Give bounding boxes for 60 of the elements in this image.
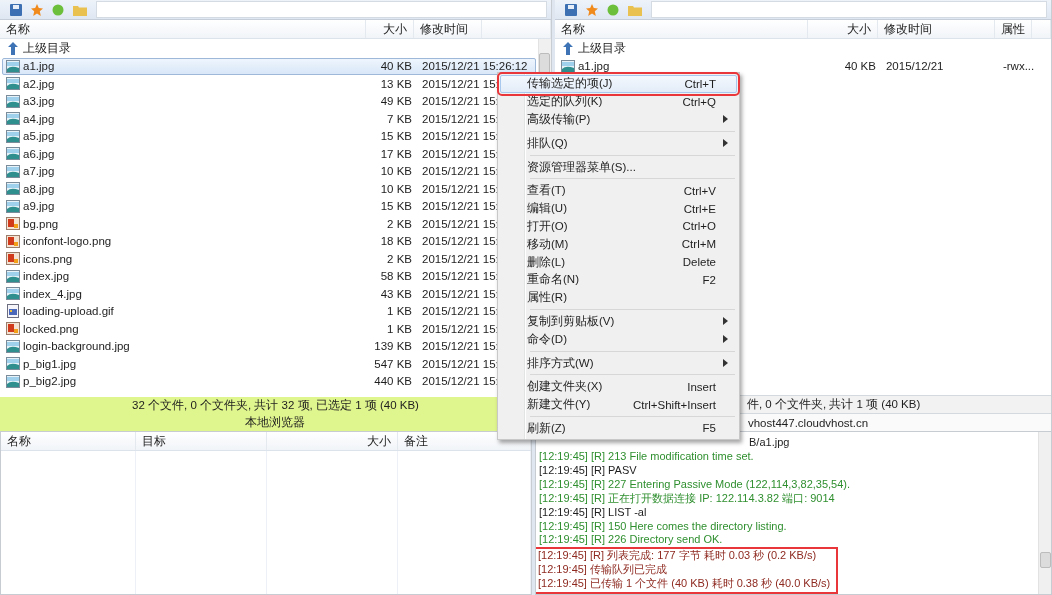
- file-name: a3.jpg: [23, 95, 55, 108]
- file-name: a9.jpg: [23, 200, 55, 213]
- log-line: [12:19:45] [R] LIST -al: [539, 505, 647, 520]
- table-cell-text: 13 KB: [379, 77, 413, 90]
- log-line: [12:19:45] [R] 150 Here comes the directory listing.: [539, 519, 787, 534]
- table-cell-text: 2 KB: [386, 252, 413, 265]
- table-cell-text: 139 KB: [373, 340, 413, 353]
- table-cell-text: 1 KB: [386, 305, 413, 318]
- log-line: [12:19:45] [R] 213 File modification time set.: [539, 450, 754, 464]
- file-name: a2.jpg: [23, 77, 55, 90]
- table-cell-text: 15 KB: [379, 130, 413, 143]
- table-cell-text: 17 KB: [379, 147, 413, 160]
- table-cell-text: 7 KB: [386, 112, 413, 125]
- file-name: a5.jpg: [23, 130, 55, 143]
- file-name: a7.jpg: [23, 165, 55, 178]
- table-cell-text: 18 KB: [379, 235, 413, 248]
- log-line: B/a1.jpg: [749, 436, 790, 451]
- file-name: a1.jpg: [577, 60, 610, 73]
- log-line: [12:19:45] 已传输 1 个文件 (40 KB) 耗时 0.38 秒 (40.0 KB/s): [538, 577, 831, 591]
- file-name: index.jpg: [23, 270, 70, 283]
- file-name: iconfont-logo.png: [23, 235, 112, 248]
- table-cell-text: 547 KB: [373, 357, 413, 370]
- file-name: bg.png: [23, 217, 59, 230]
- log-line: [12:19:45] [R] 正在打开数据连接 IP: 122.114.3.82 端口: 9014: [539, 491, 835, 506]
- table-cell-text: 2015/12/21 15:26:12: [421, 60, 529, 73]
- pane-title: 本地浏览器: [245, 415, 306, 431]
- log-line: [12:19:45] [R] 227 Entering Passive Mode (122,114,3,82,35,54).: [539, 477, 851, 492]
- file-name: icons.png: [23, 252, 73, 265]
- table-cell-text: 40 KB: [379, 60, 413, 73]
- file-name: 上级目录: [23, 41, 71, 57]
- status-text: 件, 0 个文件夹, 共计 1 项 (40 KB): [746, 397, 921, 413]
- file-name: p_big1.jpg: [23, 357, 77, 370]
- log-line: [12:19:45] 传输队列已完成: [538, 563, 667, 578]
- file-name: index_4.jpg: [23, 287, 82, 300]
- pane-title: vhost447.cloudvhost.cn: [747, 416, 869, 429]
- file-name: a1.jpg: [23, 60, 55, 73]
- table-cell-text: 1 KB: [386, 322, 413, 335]
- table-cell-text: 40 KB: [843, 60, 877, 73]
- log-line: [12:19:45] [R] 列表完成: 177 字节 耗时 0.03 秒 (0.2 KB/s): [538, 549, 817, 564]
- table-cell-text: -rwx...: [1001, 60, 1036, 73]
- table-cell-text: 10 KB: [379, 182, 413, 195]
- table-cell-text: 2 KB: [386, 217, 413, 230]
- file-name: a4.jpg: [23, 112, 55, 125]
- log-line: [12:19:45] [R] 226 Directory send OK.: [539, 533, 723, 548]
- log-line: [12:19:45] [R] PASV: [539, 464, 637, 478]
- file-name: locked.png: [23, 322, 79, 335]
- file-name: a6.jpg: [23, 147, 55, 160]
- table-cell-text: 15 KB: [379, 200, 413, 213]
- table-cell-text: 2015/12/21: [884, 60, 945, 73]
- table-cell-text: 58 KB: [379, 270, 413, 283]
- file-name: 上级目录: [577, 41, 626, 57]
- table-cell-text: 10 KB: [379, 165, 413, 178]
- file-name: a8.jpg: [23, 182, 55, 195]
- table-cell-text: 49 KB: [379, 95, 413, 108]
- table-cell-text: 43 KB: [379, 287, 413, 300]
- file-name: loading-upload.gif: [23, 305, 114, 318]
- file-name: login-background.jpg: [23, 340, 130, 353]
- file-name: p_big2.jpg: [23, 375, 77, 388]
- status-text: 32 个文件, 0 个文件夹, 共计 32 项, 已选定 1 项 (40 KB): [132, 398, 419, 414]
- table-cell-text: 440 KB: [373, 375, 413, 388]
